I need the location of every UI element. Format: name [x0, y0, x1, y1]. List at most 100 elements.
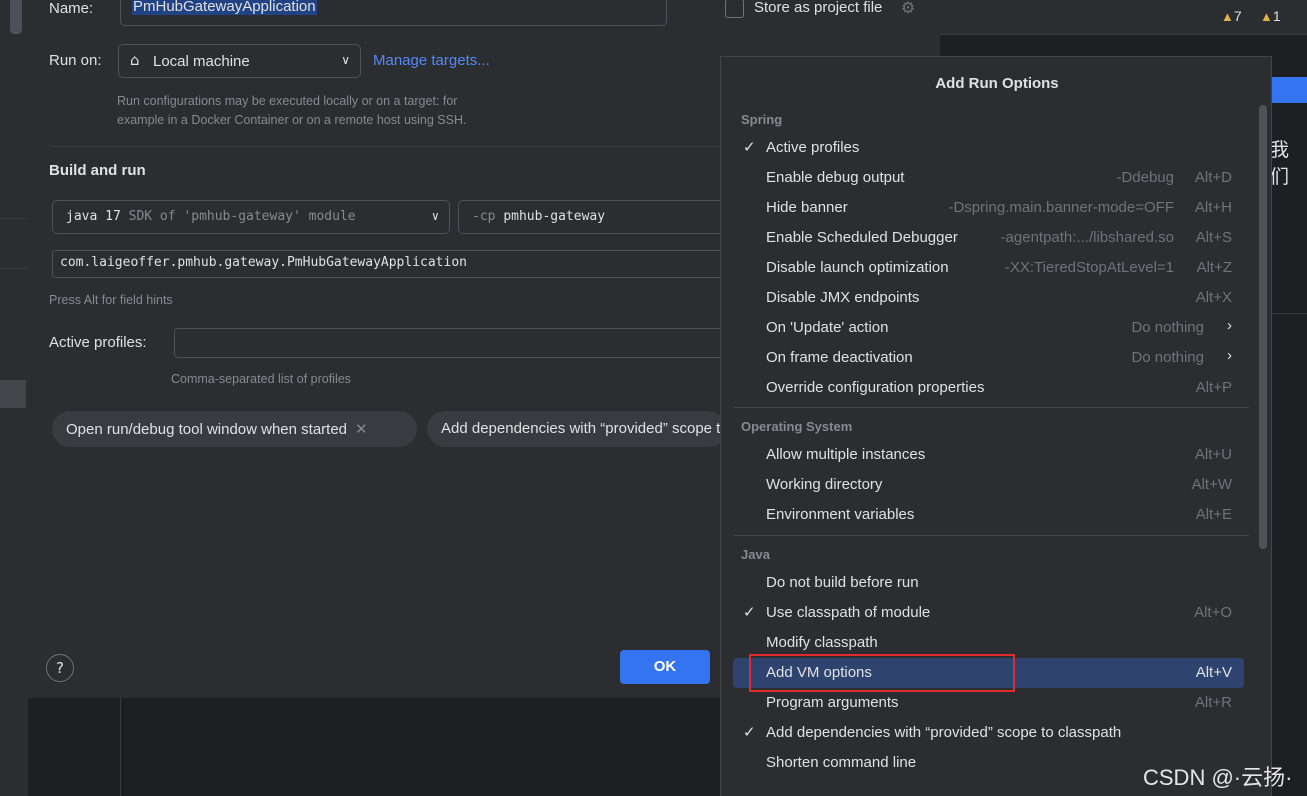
classpath-dropdown[interactable]: -cp pmhub-gateway — [458, 200, 758, 234]
option-label: Disable launch optimization — [766, 259, 949, 276]
run-on-value: Local machine — [153, 53, 250, 70]
option-item[interactable]: Enable Scheduled Debugger -agentpath:.../… — [733, 223, 1244, 253]
option-label: Enable Scheduled Debugger — [766, 229, 958, 246]
option-label: Enable debug output — [766, 169, 905, 186]
option-item[interactable]: Working directory Alt+W — [733, 470, 1244, 500]
option-item[interactable]: Allow multiple instances Alt+U — [733, 440, 1244, 470]
active-profiles-label: Active profiles: — [49, 334, 147, 351]
active-profiles-input[interactable] — [174, 328, 774, 358]
profiles-hint: Comma-separated list of profiles — [171, 372, 351, 386]
option-item[interactable]: Disable JMX endpoints Alt+X — [733, 283, 1244, 313]
option-shortcut: Alt+R — [1194, 694, 1232, 711]
group-divider — [733, 535, 1249, 536]
close-icon[interactable]: ✕ — [355, 421, 368, 438]
sdk-dropdown[interactable]: java 17 SDK of 'pmhub-gateway' module ∨ — [52, 200, 450, 234]
option-label: Disable JMX endpoints — [766, 289, 920, 306]
editor-selection — [1270, 77, 1307, 103]
option-label: Program arguments — [766, 694, 899, 711]
option-hint: -XX:TieredStopAtLevel=1 — [1004, 259, 1174, 276]
group-header: Operating System — [741, 419, 853, 434]
editor-toolbar: ▲7 ▲1 — [940, 0, 1307, 35]
option-label: Override configuration properties — [766, 379, 985, 396]
option-item[interactable]: On frame deactivation Do nothing › — [733, 343, 1244, 373]
option-item[interactable]: Do not build before run — [733, 568, 1244, 598]
weak-warnings-indicator[interactable]: ▲1 — [1260, 8, 1281, 24]
option-item[interactable]: ✓ Add dependencies with “provided” scope … — [733, 718, 1244, 748]
option-item[interactable]: Program arguments Alt+R — [733, 688, 1244, 718]
scroll-thumb[interactable] — [10, 0, 22, 34]
option-hint: Do nothing — [1131, 349, 1204, 366]
run-on-hint: Run configurations may be executed local… — [117, 94, 467, 127]
option-shortcut: Alt+D — [1194, 169, 1232, 186]
divider — [120, 698, 121, 796]
field-hint: Press Alt for field hints — [49, 293, 173, 307]
option-item[interactable]: Override configuration properties Alt+P — [733, 373, 1244, 403]
build-and-run-title: Build and run — [49, 162, 146, 179]
gear-icon[interactable]: ⚙ — [901, 0, 915, 17]
option-item[interactable]: ✓ Active profiles — [733, 133, 1244, 163]
option-shortcut: Alt+O — [1194, 604, 1232, 621]
option-hint: -Ddebug — [1116, 169, 1174, 186]
option-item[interactable]: Disable launch optimization -XX:TieredSto… — [733, 253, 1244, 283]
name-label: Name: — [49, 0, 94, 17]
home-icon: ⌂ — [130, 51, 140, 69]
scrollbar[interactable] — [1259, 105, 1267, 549]
ide-left-gutter — [0, 0, 29, 796]
option-label: Modify classpath — [766, 634, 878, 651]
manage-targets-link[interactable]: Manage targets... — [373, 52, 490, 69]
option-label: Environment variables — [766, 506, 915, 523]
add-run-options-popup: Add Run Options Spring ✓ Active profiles En… — [720, 56, 1272, 796]
check-icon: ✓ — [743, 604, 756, 621]
run-on-label: Run on: — [49, 52, 102, 69]
option-item[interactable]: Enable debug output -Ddebug Alt+D — [733, 163, 1244, 193]
selected-tree-row[interactable] — [0, 380, 26, 408]
group-header: Java — [741, 547, 770, 562]
warnings-indicator[interactable]: ▲7 — [1221, 8, 1242, 24]
option-label: Use classpath of module — [766, 604, 931, 621]
chevron-down-icon: ∨ — [431, 209, 439, 223]
divider — [1270, 313, 1307, 314]
sdk-java: java 17 — [66, 209, 121, 224]
divider — [0, 218, 28, 219]
ok-button[interactable]: OK — [620, 650, 710, 684]
option-item[interactable]: On 'Update' action Do nothing › — [733, 313, 1244, 343]
check-icon: ✓ — [743, 139, 756, 156]
option-shortcut: Alt+H — [1194, 199, 1232, 216]
weak-warning-icon: ▲ — [1260, 9, 1273, 24]
store-as-project-file-checkbox[interactable] — [725, 0, 744, 18]
option-label: Active profiles — [766, 139, 860, 156]
option-shortcut: Alt+E — [1195, 506, 1232, 523]
option-label: Working directory — [766, 476, 883, 493]
main-class-field[interactable]: com.laigeoffer.pmhub.gateway.PmHubGatewa… — [52, 250, 752, 278]
cp-value: pmhub-gateway — [503, 209, 606, 224]
run-on-dropdown[interactable]: ⌂ Local machine ∨ — [118, 44, 361, 78]
store-as-project-file-label: Store as project file — [754, 0, 883, 16]
option-label: On 'Update' action — [766, 319, 889, 336]
option-hint: Do nothing — [1131, 319, 1204, 336]
warning-icon: ▲ — [1221, 9, 1234, 24]
option-chip-open-tool-window[interactable]: Open run/debug tool window when started ✕ — [52, 411, 417, 447]
option-chip-provided-deps[interactable]: Add dependencies with “provided” scope t… — [427, 411, 727, 447]
option-item[interactable]: Environment variables Alt+E — [733, 500, 1244, 530]
main-class-value: com.laigeoffer.pmhub.gateway.PmHubGatewa… — [60, 255, 467, 270]
help-button[interactable]: ? — [46, 654, 74, 682]
group-header: Spring — [741, 112, 783, 127]
option-shortcut: Alt+Z — [1196, 259, 1232, 276]
name-field[interactable]: PmHubGatewayApplication — [120, 0, 667, 26]
option-shortcut: Alt+P — [1195, 379, 1232, 396]
option-label: Allow multiple instances — [766, 446, 926, 463]
option-shortcut: Alt+W — [1191, 476, 1232, 493]
divider — [0, 268, 28, 269]
option-shortcut: Alt+U — [1194, 446, 1232, 463]
option-label: Add dependencies with “provided” scope t… — [766, 724, 1122, 741]
editor-text: 我们 — [1270, 139, 1290, 188]
name-value: PmHubGatewayApplication — [132, 0, 317, 15]
popup-title: Add Run Options — [935, 75, 1059, 92]
watermark: CSDN @·云扬· — [1143, 765, 1293, 790]
option-shortcut: Alt+V — [1195, 664, 1232, 681]
option-item[interactable]: Hide banner -Dspring.main.banner-mode=OFF… — [733, 193, 1244, 223]
option-shortcut: Alt+X — [1195, 289, 1232, 306]
option-label: Do not build before run — [766, 574, 919, 591]
group-divider — [733, 407, 1249, 408]
option-item[interactable]: ✓ Use classpath of module Alt+O — [733, 598, 1244, 628]
